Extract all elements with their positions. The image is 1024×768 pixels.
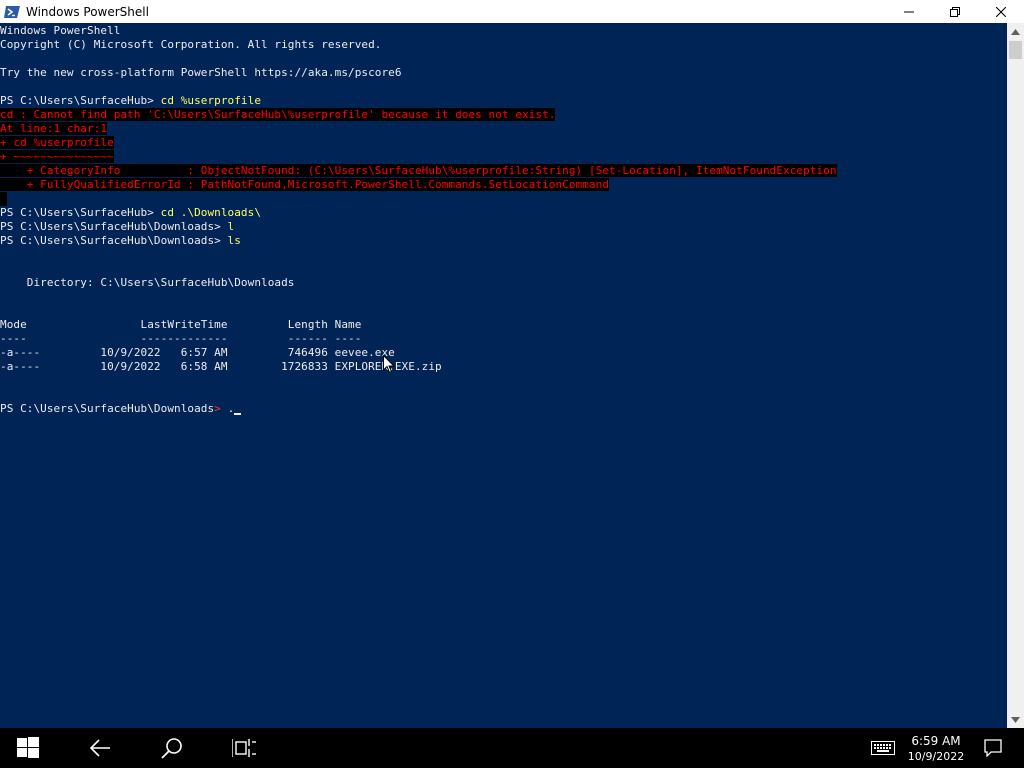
command-text: cd %userprofile	[160, 94, 262, 107]
active-prompt-line[interactable]: PS C:\Users\SurfaceHub\Downloads> .	[0, 402, 242, 416]
chevron-down-icon	[1011, 716, 1020, 723]
scroll-up-button[interactable]	[1007, 23, 1024, 40]
prompt: PS C:\Users\SurfaceHub\Downloads>	[0, 220, 228, 233]
taskbar: 6:59 AM 10/9/2022	[0, 728, 1024, 768]
table-row: -a---- 10/9/2022 6:58 AM 1726833 EXPLORE…	[0, 360, 442, 373]
banner-line: Windows PowerShell	[0, 24, 121, 37]
error-line: + CategoryInfo : ObjectNotFound: (C:\Use…	[0, 164, 837, 178]
command-line: PS C:\Users\SurfaceHub\Downloads> ls	[0, 234, 241, 248]
mouse-pointer-icon	[383, 355, 395, 374]
minimize-button[interactable]	[886, 0, 932, 23]
windows-start-icon	[17, 737, 39, 758]
prompt-input[interactable]: .	[221, 402, 235, 415]
search-button[interactable]	[148, 728, 196, 768]
command-line: PS C:\Users\SurfaceHub> cd %userprofile	[0, 94, 261, 108]
error-spacer	[0, 192, 7, 206]
prompt-arrow: >	[214, 402, 221, 415]
table-row: -a---- 10/9/2022 6:57 AM 746496 eevee.ex…	[0, 346, 395, 359]
error-text: + CategoryInfo : ObjectNotFound: (C:\Use…	[0, 164, 837, 177]
close-button[interactable]	[978, 0, 1024, 23]
action-center-icon	[984, 739, 1002, 757]
minimize-icon	[904, 11, 914, 12]
keyboard-icon	[871, 741, 895, 755]
error-text: + ~~~~~~~~~~~~~~~	[0, 150, 114, 163]
clock-time: 6:59 AM	[911, 733, 961, 748]
command-line: PS C:\Users\SurfaceHub> cd .\Downloads\	[0, 206, 261, 220]
window-title: Windows PowerShell	[26, 4, 149, 19]
error-line: + ~~~~~~~~~~~~~~~	[0, 150, 114, 164]
pscore-hint-line: Try the new cross-platform PowerShell ht…	[0, 66, 402, 79]
table-divider: ---- ------------- ------ ----	[0, 332, 362, 345]
command-text: cd .\Downloads\	[160, 206, 262, 219]
error-text: At line:1 char:1	[0, 122, 108, 135]
chevron-up-icon	[1011, 28, 1020, 35]
error-line: + FullyQualifiedErrorId : PathNotFound,M…	[0, 178, 610, 192]
system-clock[interactable]: 6:59 AM 10/9/2022	[905, 728, 967, 768]
error-text: cd : Cannot find path 'C:\Users\SurfaceH…	[0, 108, 556, 121]
close-icon	[996, 6, 1006, 17]
start-button[interactable]	[4, 728, 52, 768]
scrollbar-thumb[interactable]	[1009, 41, 1022, 59]
error-text: + cd %userprofile	[0, 136, 114, 149]
scroll-down-button[interactable]	[1007, 711, 1024, 728]
clock-date: 10/9/2022	[907, 749, 965, 763]
touch-keyboard-button[interactable]	[859, 728, 907, 768]
prompt: PS C:\Users\SurfaceHub>	[0, 206, 161, 219]
console-output[interactable]: Windows PowerShell Copyright (C) Microso…	[0, 23, 1007, 728]
prompt: PS C:\Users\SurfaceHub\Downloads>	[0, 234, 228, 247]
window-titlebar[interactable]: Windows PowerShell	[0, 0, 1024, 23]
back-arrow-icon	[89, 739, 110, 757]
copyright-line: Copyright (C) Microsoft Corporation. All…	[0, 38, 382, 51]
restore-icon	[950, 6, 960, 17]
text-cursor	[234, 413, 242, 415]
task-view-button[interactable]	[220, 728, 268, 768]
error-line: + cd %userprofile	[0, 136, 114, 150]
prompt: PS C:\Users\SurfaceHub\Downloads	[0, 402, 215, 415]
powershell-icon	[4, 4, 20, 20]
table-header: Mode LastWriteTime Length Name	[0, 318, 362, 331]
search-icon	[161, 738, 182, 759]
command-line: PS C:\Users\SurfaceHub\Downloads> l	[0, 220, 234, 234]
error-line: At line:1 char:1	[0, 122, 108, 136]
vertical-scrollbar[interactable]	[1007, 23, 1024, 728]
command-text: ls	[227, 234, 241, 247]
directory-line: Directory: C:\Users\SurfaceHub\Downloads	[0, 276, 295, 289]
error-text: + FullyQualifiedErrorId : PathNotFound,M…	[0, 178, 610, 191]
back-button[interactable]	[76, 728, 124, 768]
restore-button[interactable]	[932, 0, 978, 23]
action-center-button[interactable]	[970, 728, 1016, 768]
error-line: cd : Cannot find path 'C:\Users\SurfaceH…	[0, 108, 556, 122]
command-text: l	[227, 220, 235, 233]
task-view-icon	[232, 739, 256, 757]
prompt: PS C:\Users\SurfaceHub>	[0, 94, 161, 107]
window-controls	[886, 0, 1024, 23]
